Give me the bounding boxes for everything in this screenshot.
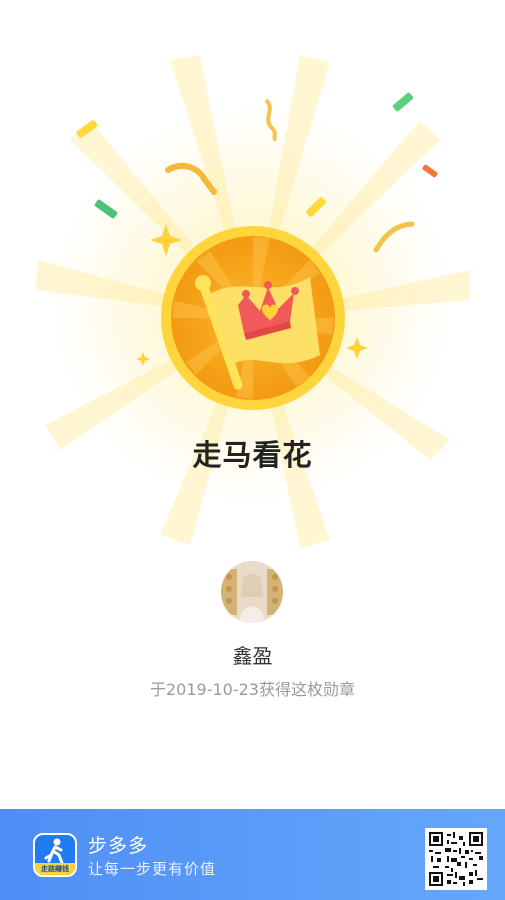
runner-icon: [44, 838, 64, 865]
app-slogan: 让每一步更有价值: [88, 860, 217, 878]
badge-title: 走马看花: [192, 438, 313, 472]
app-logo-icon: 走路赚钱: [33, 833, 77, 877]
qr-code-icon: [429, 832, 483, 886]
app-icon-label: 走路赚钱: [35, 863, 75, 875]
medal-icon: [161, 226, 345, 410]
app-name: 步多多: [88, 835, 149, 857]
user-name: 鑫盈: [232, 644, 273, 668]
app-promo-footer: 走路赚钱 步多多 让每一步更有价值: [0, 809, 505, 900]
qr-code[interactable]: [425, 828, 487, 890]
user-avatar[interactable]: [221, 561, 283, 623]
award-date-text: 于2019-10-23获得这枚勋章: [150, 680, 355, 699]
badge-hero: 走马看花: [0, 0, 505, 560]
avatar-image: [221, 561, 283, 623]
